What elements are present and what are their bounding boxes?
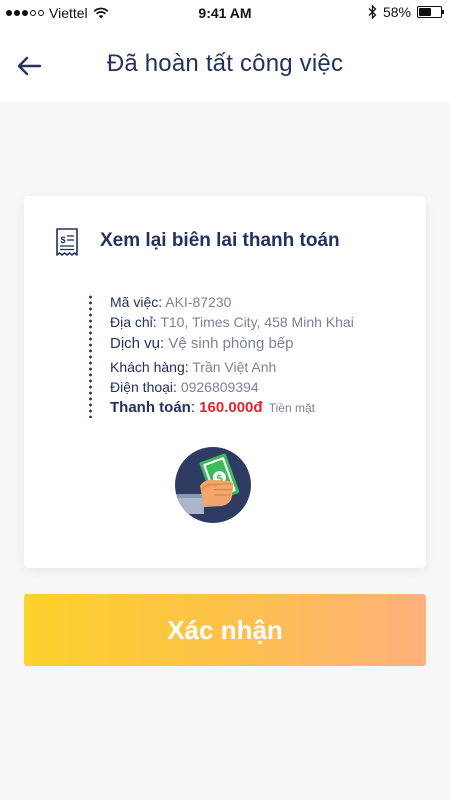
job-code-value: AKI-87230	[165, 294, 232, 310]
hand-holding-cash-icon: $	[175, 447, 251, 523]
phone-value: 0926809394	[180, 379, 259, 395]
svg-text:$: $	[61, 235, 66, 245]
receipt-icon: $	[56, 228, 78, 256]
address-label: Địa chỉ	[110, 314, 153, 330]
page-title: Đã hoàn tất công việc	[106, 50, 344, 77]
payment-label: Thanh toán	[110, 399, 191, 416]
payment-method: Tiền mặt	[268, 401, 315, 415]
receipt-card: $ Xem lại biên lai thanh toán Mã việc: A…	[24, 196, 426, 568]
bluetooth-icon	[368, 5, 377, 19]
status-right: 58%	[368, 4, 444, 20]
customer-label: Khách hàng	[110, 359, 185, 375]
phone-label: Điện thoại	[110, 379, 174, 395]
payment-amount: 160.000đ	[199, 399, 263, 416]
customer-value: Trần Việt Anh	[192, 359, 277, 375]
battery-fill	[419, 8, 432, 16]
address-value: T10, Times City, 458 Minh Khai	[160, 314, 354, 330]
battery-icon	[417, 6, 444, 18]
phone-row: Điện thoại: 0926809394	[110, 379, 259, 395]
timeline-dotted-line	[89, 294, 92, 418]
confirm-button[interactable]: Xác nhận	[24, 594, 426, 666]
receipt-title: Xem lại biên lai thanh toán	[100, 230, 340, 251]
service-label: Dịch vụ	[110, 335, 161, 352]
payment-row: Thanh toán: 160.000đ Tiền mặt	[110, 399, 315, 416]
service-row: Dịch vụ: Vệ sinh phòng bếp	[110, 335, 294, 352]
battery-percent: 58%	[382, 4, 411, 20]
status-bar: Viettel 9:41 AM 58%	[0, 0, 450, 26]
address-row: Địa chỉ: T10, Times City, 458 Minh Khai	[110, 314, 354, 330]
confirm-button-label: Xác nhận	[167, 614, 283, 645]
header: Đã hoàn tất công việc	[0, 26, 450, 102]
customer-row: Khách hàng: Trần Việt Anh	[110, 359, 277, 375]
service-value: Vệ sinh phòng bếp	[168, 335, 294, 352]
job-code-row: Mã việc: AKI-87230	[110, 294, 232, 310]
job-code-label: Mã việc	[110, 294, 159, 310]
